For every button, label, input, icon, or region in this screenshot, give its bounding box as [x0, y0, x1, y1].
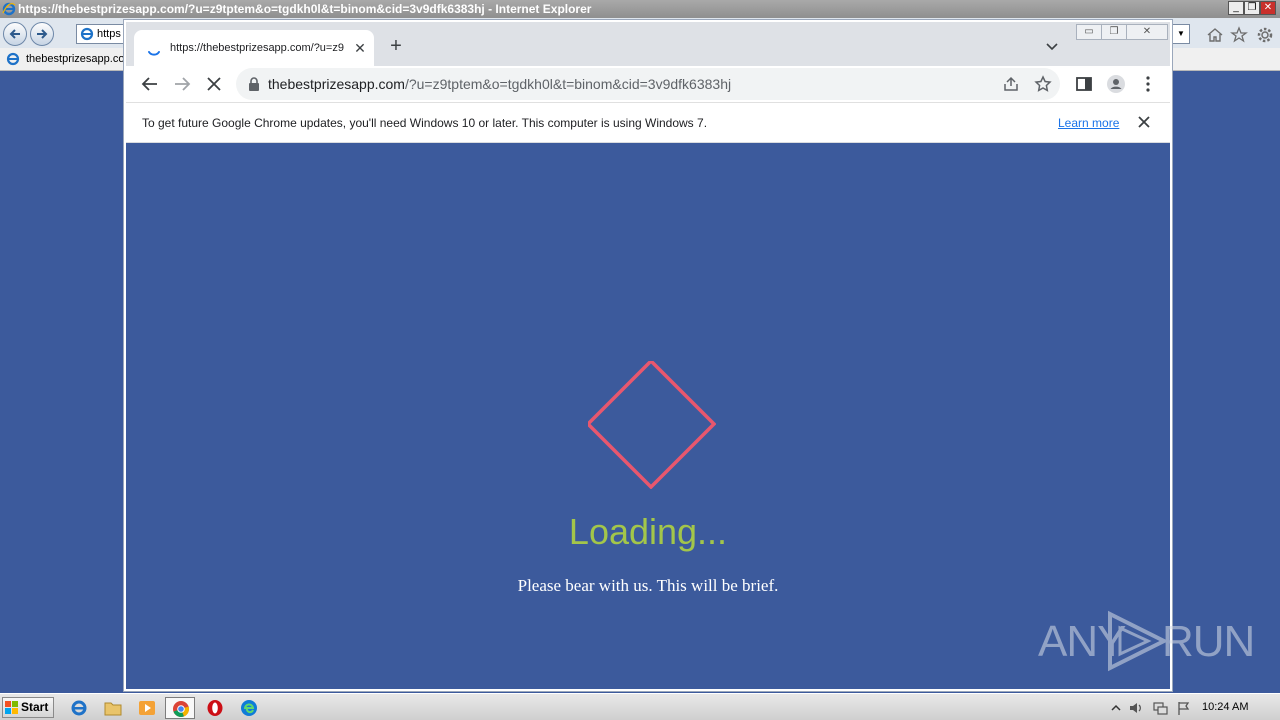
start-button[interactable]: Start: [2, 697, 54, 718]
chrome-tab-strip: https://thebestprizesapp.com/?u=z9 ✕ + ▭…: [126, 22, 1170, 66]
omnibox[interactable]: thebestprizesapp.com/?u=z9tptem&o=tgdkh0…: [236, 68, 1060, 100]
chrome-icon: [173, 701, 189, 717]
infobar-message: To get future Google Chrome updates, you…: [142, 116, 708, 130]
infobar-close-icon[interactable]: [1136, 114, 1152, 130]
windows-flag-icon: [5, 701, 18, 714]
side-panel-icon[interactable]: [1074, 74, 1094, 94]
opera-icon: [207, 700, 223, 716]
tab-title: https://thebestprizesapp.com/?u=z9: [170, 42, 344, 54]
chrome-window: https://thebestprizesapp.com/?u=z9 ✕ + ▭…: [124, 20, 1172, 691]
favorites-star-icon[interactable]: [1230, 26, 1248, 44]
ie-favorite-item[interactable]: thebestprizesapp.co: [6, 51, 124, 67]
ie-favorite-page-icon: [6, 52, 20, 66]
chrome-minimize-button[interactable]: ▭: [1076, 24, 1102, 40]
ie-page-icon: [80, 27, 94, 41]
ie-forward-button[interactable]: [30, 22, 54, 46]
back-arrow-icon: [9, 29, 20, 39]
learn-more-link[interactable]: Learn more: [1058, 115, 1119, 131]
back-icon[interactable]: [140, 74, 160, 94]
taskbar-opera[interactable]: [200, 697, 230, 719]
media-player-icon: [139, 701, 155, 715]
home-icon[interactable]: [1206, 26, 1224, 44]
lock-icon: [249, 77, 259, 91]
watermark-play-icon: [1108, 610, 1168, 672]
taskbar-media-player[interactable]: [132, 697, 162, 719]
network-icon[interactable]: [1152, 700, 1168, 716]
loading-heading: Loading...: [568, 511, 728, 552]
ie-address-bar[interactable]: https: [76, 24, 128, 44]
internet-explorer-icon: [71, 700, 87, 716]
ie-maximize-button[interactable]: ❐: [1244, 1, 1260, 15]
ie-address-text: https: [97, 28, 121, 40]
action-center-flag-icon[interactable]: [1176, 700, 1192, 716]
watermark-run-text: RUN: [1162, 617, 1255, 666]
url-path: /?u=z9tptem&o=tgdkh0l&t=binom&cid=3v9dfk…: [404, 76, 732, 92]
stop-loading-icon[interactable]: [204, 74, 224, 94]
ie-favorite-label: thebestprizesapp.co: [26, 53, 124, 65]
chrome-update-infobar: To get future Google Chrome updates, you…: [126, 102, 1170, 143]
start-label: Start: [21, 700, 49, 714]
loading-subtext: Please bear with us. This will be brief.: [517, 576, 779, 595]
taskbar-chrome[interactable]: [165, 697, 195, 719]
profile-avatar-icon[interactable]: [1106, 74, 1126, 94]
chrome-close-button[interactable]: ✕: [1126, 24, 1168, 40]
edge-icon: [241, 700, 257, 716]
url-host: thebestprizesapp.com: [268, 76, 405, 92]
loading-spinner-icon: [148, 51, 160, 56]
settings-gear-icon[interactable]: [1256, 26, 1274, 44]
ie-logo-icon: [2, 2, 16, 16]
show-hidden-icons-icon[interactable]: [1108, 700, 1124, 716]
chrome-toolbar: thebestprizesapp.com/?u=z9tptem&o=tgdkh0…: [126, 66, 1170, 102]
folder-icon: [104, 702, 122, 716]
url-text: thebestprizesapp.com/?u=z9tptem&o=tgdkh0…: [268, 75, 731, 93]
taskbar-internet-explorer[interactable]: [64, 697, 94, 719]
forward-icon[interactable]: [172, 74, 192, 94]
ie-back-button[interactable]: [3, 22, 27, 46]
tab-close-button[interactable]: ✕: [352, 40, 368, 56]
tab-search-chevron-icon[interactable]: [1044, 38, 1060, 54]
taskbar-clock[interactable]: 10:24 AM: [1202, 700, 1248, 714]
taskbar-edge[interactable]: [234, 697, 264, 719]
taskbar-file-explorer[interactable]: [98, 697, 128, 719]
loading-diamond-icon: [588, 361, 716, 489]
ie-title-bar: https://thebestprizesapp.com/?u=z9tptem&…: [0, 0, 1280, 18]
volume-icon[interactable]: [1128, 700, 1144, 716]
ie-address-dropdown[interactable]: ▼: [1172, 24, 1190, 44]
share-icon[interactable]: [1002, 75, 1020, 93]
ie-close-button[interactable]: ✕: [1260, 1, 1276, 15]
ie-window-title: https://thebestprizesapp.com/?u=z9tptem&…: [18, 2, 592, 16]
chrome-restore-button[interactable]: ❐: [1101, 24, 1127, 40]
windows-taskbar: Start 10:24 AM: [0, 693, 1280, 720]
bookmark-star-icon[interactable]: [1034, 75, 1052, 93]
new-tab-button[interactable]: +: [386, 36, 406, 56]
more-menu-icon[interactable]: [1138, 74, 1158, 94]
chrome-active-tab[interactable]: https://thebestprizesapp.com/?u=z9 ✕: [134, 30, 374, 66]
ie-minimize-button[interactable]: _: [1228, 1, 1244, 15]
forward-arrow-icon: [37, 29, 48, 39]
page-content: Loading... Please bear with us. This wil…: [126, 143, 1170, 689]
